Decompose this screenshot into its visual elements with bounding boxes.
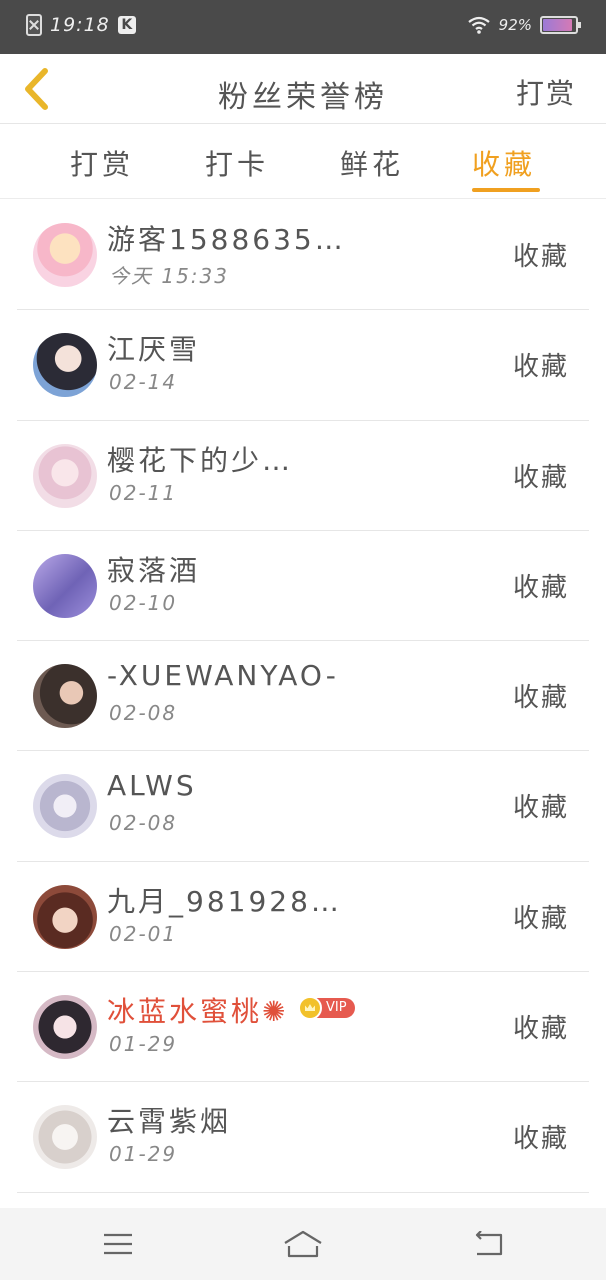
avatar[interactable] (33, 995, 97, 1060)
avatar[interactable] (33, 553, 97, 618)
avatar[interactable] (33, 443, 97, 508)
fan-date: 02-10 (109, 590, 178, 615)
home-button[interactable] (283, 1226, 323, 1262)
avatar[interactable] (33, 223, 97, 287)
fan-date: 01-29 (109, 1142, 178, 1167)
status-time: 19:18 (50, 14, 110, 36)
tab-flowers[interactable]: 鲜花 (340, 143, 404, 183)
active-tab-indicator (472, 188, 540, 192)
fan-name: 云霄紫烟 (107, 1105, 232, 1139)
fan-name: 九月_981928… (107, 884, 342, 918)
list-item[interactable]: ALWS 02-08 收藏 (17, 751, 589, 862)
list-item[interactable]: 樱花下的少… 02-11 收藏 (17, 421, 589, 531)
fan-date: 今天 15:33 (109, 264, 229, 288)
back-nav-button[interactable] (468, 1226, 508, 1262)
favorite-label: 收藏 (512, 1124, 569, 1155)
favorite-label: 收藏 (512, 683, 569, 714)
favorite-label: 收藏 (512, 462, 569, 493)
app-k-icon: K (117, 16, 136, 34)
fan-date: 02-08 (109, 811, 178, 836)
header: 粉丝荣誉榜 打赏 (0, 54, 606, 124)
favorite-label: 收藏 (512, 242, 569, 272)
favorite-label: 收藏 (512, 572, 569, 603)
fan-name: 江厌雪 (107, 333, 201, 367)
favorite-label: 收藏 (512, 903, 569, 934)
fan-date: 02-11 (109, 480, 178, 505)
tab-checkin[interactable]: 打卡 (205, 143, 269, 183)
fan-name: 樱花下的少… (107, 443, 294, 477)
list-item[interactable]: 游客1588635… 今天 15:33 收藏 (17, 200, 589, 311)
system-nav-bar (0, 1208, 606, 1280)
menu-button[interactable] (98, 1226, 138, 1262)
avatar[interactable] (33, 333, 97, 398)
favorite-label: 收藏 (512, 793, 569, 824)
fan-list: 游客1588635… 今天 15:33 收藏 江厌雪 02-14 收藏 樱花下的… (0, 200, 606, 1193)
fan-date: 01-29 (109, 1032, 178, 1057)
avatar[interactable] (33, 664, 97, 729)
favorite-label: 收藏 (512, 352, 569, 383)
fan-name: ALWS (107, 769, 197, 803)
home-icon (284, 1230, 322, 1258)
tab-reward[interactable]: 打赏 (70, 143, 134, 183)
list-item[interactable]: 江厌雪 02-14 收藏 (17, 310, 589, 421)
reward-button[interactable]: 打赏 (516, 72, 576, 112)
list-item[interactable]: 寂落酒 02-10 收藏 (17, 531, 589, 642)
battery-percent: 92% (498, 16, 532, 34)
fan-name: -XUEWANYAO- (107, 659, 339, 693)
fan-name: 寂落酒 (107, 553, 201, 587)
status-bar: 19:18 K 92% (0, 0, 606, 54)
wifi-icon (467, 16, 490, 34)
favorite-label: 收藏 (512, 1014, 569, 1045)
tab-bar: 打赏 打卡 鲜花 收藏 (0, 125, 606, 199)
list-item[interactable]: 九月_981928… 02-01 收藏 (17, 862, 589, 973)
avatar[interactable] (33, 774, 97, 839)
list-item[interactable]: -XUEWANYAO- 02-08 收藏 (17, 641, 589, 752)
crown-icon (298, 996, 322, 1021)
list-item[interactable]: 云霄紫烟 01-29 收藏 (17, 1082, 589, 1193)
list-item[interactable]: 冰蓝水蜜桃✺ VIP 01-29 收藏 (17, 972, 589, 1083)
avatar[interactable] (33, 1105, 97, 1170)
battery-fill (543, 19, 573, 31)
back-icon (475, 1231, 503, 1256)
fan-date: 02-14 (109, 370, 178, 395)
fan-date: 02-08 (109, 701, 178, 726)
fan-name: 游客1588635… (107, 223, 346, 256)
vip-badge: VIP (298, 996, 355, 1021)
fan-date: 02-01 (109, 921, 178, 946)
notification-icon (26, 14, 42, 36)
battery-icon (540, 16, 581, 34)
tab-favorites[interactable]: 收藏 (472, 143, 536, 183)
status-right: 92% (467, 15, 581, 35)
status-left: 19:18 K (26, 14, 136, 36)
avatar[interactable] (33, 884, 97, 949)
menu-icon (104, 1233, 132, 1255)
fan-name: 冰蓝水蜜桃✺ (107, 995, 289, 1029)
